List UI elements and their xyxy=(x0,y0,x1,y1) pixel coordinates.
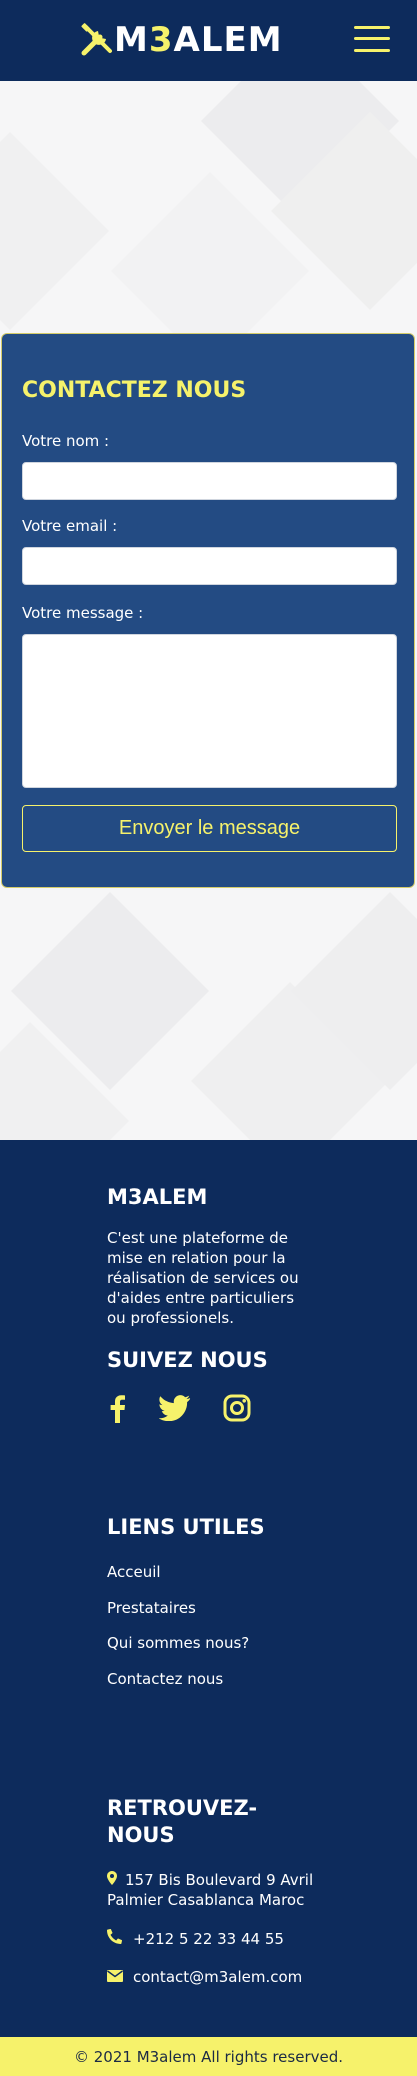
follow-title: SUIVEZ NOUS xyxy=(107,1348,268,1372)
logo-highlight: 3 xyxy=(148,20,174,60)
envelope-icon xyxy=(107,1967,133,1987)
instagram-icon[interactable] xyxy=(222,1393,252,1423)
phone-icon xyxy=(107,1928,133,1949)
logo[interactable]: M3ALEM xyxy=(80,18,283,62)
site-footer: M3ALEM C'est une plateforme de mise en r… xyxy=(0,1140,417,2037)
find-us-title-line2: NOUS xyxy=(107,1823,175,1847)
email-input[interactable] xyxy=(22,547,397,585)
footer-link-contactez-nous[interactable]: Contactez nous xyxy=(107,1670,223,1688)
address-line1: 157 Bis Boulevard 9 Avril xyxy=(125,1871,314,1889)
links-title: LIENS UTILES xyxy=(107,1515,265,1539)
phone: +212 5 22 33 44 55 xyxy=(107,1928,284,1949)
twitter-icon[interactable] xyxy=(158,1393,192,1423)
tools-icon xyxy=(81,23,112,56)
copyright-text: © 2021 M3alem All rights reserved. xyxy=(73,2047,344,2066)
logo-prefix: M xyxy=(114,20,149,60)
message-textarea[interactable] xyxy=(22,634,397,788)
address-line2: Palmier Casablanca Maroc xyxy=(107,1891,305,1909)
footer-link-prestataires[interactable]: Prestataires xyxy=(107,1599,196,1617)
email-address[interactable]: contact@m3alem.com xyxy=(133,1968,302,1986)
phone-number[interactable]: +212 5 22 33 44 55 xyxy=(133,1930,284,1948)
find-us-title-line1: RETROUVEZ- xyxy=(107,1796,258,1820)
footer-brand-title: M3ALEM xyxy=(107,1185,208,1209)
message-label: Votre message : xyxy=(22,604,144,622)
copyright-bar: © 2021 M3alem All rights reserved. xyxy=(0,2037,417,2076)
logo-suffix: ALEM xyxy=(173,20,283,60)
submit-button[interactable]: Envoyer le message xyxy=(22,805,397,852)
footer-about-text: C'est une plateforme de mise en relation… xyxy=(107,1229,299,1327)
address: 157 Bis Boulevard 9 Avril Palmier Casabl… xyxy=(107,1870,313,1910)
email-label: Votre email : xyxy=(22,517,118,535)
find-us-title: RETROUVEZ- NOUS xyxy=(107,1795,257,1849)
hamburger-menu-icon[interactable] xyxy=(354,24,390,54)
footer-link-acceuil[interactable]: Acceuil xyxy=(107,1563,161,1581)
contact-title: CONTACTEZ NOUS xyxy=(22,378,247,403)
facebook-icon[interactable] xyxy=(105,1393,129,1423)
email: contact@m3alem.com xyxy=(107,1967,302,1987)
logo-text: M3ALEM xyxy=(114,20,283,60)
footer-link-qui-sommes-nous[interactable]: Qui sommes nous? xyxy=(107,1634,249,1652)
map-marker-icon xyxy=(107,1870,125,1890)
name-label: Votre nom : xyxy=(22,432,110,450)
name-input[interactable] xyxy=(22,462,397,500)
contact-form: CONTACTEZ NOUS Votre nom : Votre email :… xyxy=(1,333,415,888)
site-header: M3ALEM xyxy=(0,0,417,81)
